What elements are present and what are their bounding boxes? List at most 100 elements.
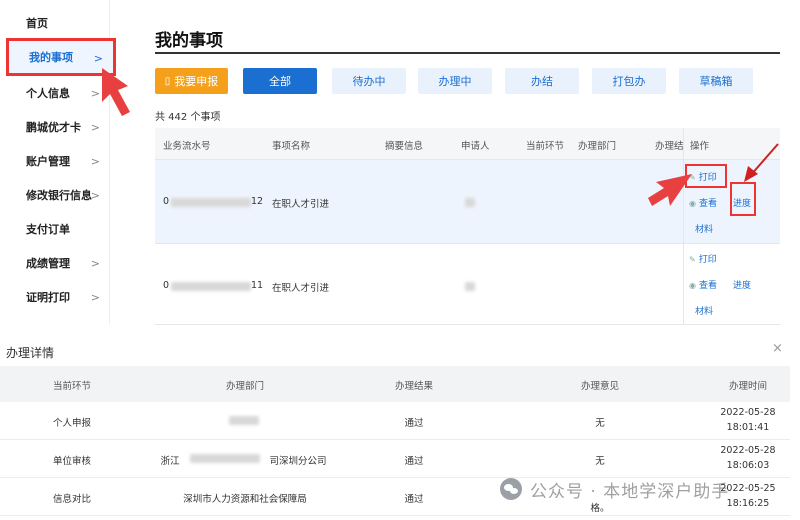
watermark-text: 公众号 · 本地学深户助手 bbox=[530, 481, 730, 502]
title-divider bbox=[155, 52, 780, 54]
sidebar-item-label: 个人信息 bbox=[26, 87, 70, 100]
highlight-box bbox=[730, 182, 756, 216]
sidebar: 首页 我的事项 > 个人信息 > 鹏城优才卡 > 账户管理 > 修改银行信息 >… bbox=[0, 0, 116, 325]
serial-suffix: 11 bbox=[251, 280, 264, 291]
opinion: 无 bbox=[595, 418, 605, 429]
tab-package[interactable]: 打包办 bbox=[592, 68, 666, 94]
tab-pending[interactable]: 待办中 bbox=[332, 68, 406, 94]
tab-processing[interactable]: 办理中 bbox=[418, 68, 492, 94]
red-arrow-icon bbox=[102, 68, 130, 116]
page-title: 我的事项 bbox=[155, 31, 223, 51]
red-arrow-icon bbox=[648, 174, 692, 206]
dept: 司深圳分公司 bbox=[269, 456, 327, 467]
sidebar-item-label: 鹏城优才卡 bbox=[26, 121, 81, 134]
sidebar-item-personal-info[interactable]: 个人信息 > bbox=[0, 76, 110, 110]
view-label: 查看 bbox=[698, 281, 717, 291]
column-header: 操作 bbox=[690, 141, 710, 152]
column-divider bbox=[683, 128, 684, 325]
redacted-applicant bbox=[465, 198, 475, 207]
tab-completed[interactable]: 办结 bbox=[505, 68, 579, 94]
redacted-dept bbox=[190, 454, 260, 463]
material-link[interactable]: 材料 bbox=[695, 222, 713, 235]
column-header: 办理部门 bbox=[225, 381, 265, 392]
sidebar-item-label: 修改银行信息 bbox=[26, 189, 92, 202]
item-name: 在职人才引进 bbox=[272, 283, 330, 294]
time: 18:06:03 bbox=[726, 460, 770, 471]
table-header: 业务流水号 事项名称 摘要信息 申请人 当前环节 办理部门 办理结 操作 bbox=[155, 128, 780, 160]
sidebar-item-label: 账户管理 bbox=[26, 155, 70, 168]
opinion: 格。 bbox=[590, 503, 610, 514]
column-header: 办理结果 bbox=[394, 381, 434, 392]
detail-row: 个人申报 通过 无 2022-05-28 18:01:41 bbox=[0, 402, 790, 440]
result: 通过 bbox=[404, 456, 424, 467]
opinion: 无 bbox=[595, 456, 605, 467]
watermark: 公众号 · 本地学深户助手 bbox=[500, 476, 729, 502]
detail-title: 办理详情 bbox=[6, 346, 55, 360]
time: 18:01:41 bbox=[726, 422, 770, 433]
sidebar-item-home[interactable]: 首页 bbox=[0, 6, 110, 40]
redacted-dept bbox=[229, 416, 259, 425]
sidebar-item-bank-info[interactable]: 修改银行信息 > bbox=[0, 178, 110, 212]
sidebar-item-payment-orders[interactable]: 支付订单 bbox=[0, 212, 110, 246]
sidebar-item-label: 证明打印 bbox=[26, 291, 70, 304]
detail-row: 单位审核 浙江 司深圳分公司 通过 无 2022-05-28 18:06:03 bbox=[0, 440, 790, 478]
matters-table: 业务流水号 事项名称 摘要信息 申请人 当前环节 办理部门 办理结 操作 0 1… bbox=[155, 128, 780, 325]
progress-link[interactable]: 进度 bbox=[733, 278, 751, 291]
column-header: 申请人 bbox=[461, 141, 490, 152]
chevron-right-icon: > bbox=[90, 155, 100, 168]
view-link[interactable]: ◉ 查看 bbox=[689, 278, 717, 291]
red-arrow-icon bbox=[744, 143, 779, 182]
serial-suffix: 12 bbox=[251, 196, 264, 207]
serial-prefix: 0 bbox=[163, 280, 170, 291]
sidebar-item-talent-card[interactable]: 鹏城优才卡 > bbox=[0, 110, 110, 144]
matter-count: 共 442 个事项 bbox=[155, 112, 221, 123]
material-link[interactable]: 材料 bbox=[695, 304, 713, 317]
result: 通过 bbox=[404, 494, 424, 505]
column-header: 业务流水号 bbox=[163, 141, 211, 152]
dept-prefix: 浙江 bbox=[160, 456, 180, 467]
date: 2022-05-28 bbox=[720, 407, 776, 418]
result: 通过 bbox=[404, 418, 424, 429]
print-label: 打印 bbox=[698, 255, 717, 265]
serial-prefix: 0 bbox=[163, 196, 170, 207]
sidebar-item-certificate-print[interactable]: 证明打印 > bbox=[0, 280, 110, 314]
column-header: 办理意见 bbox=[580, 381, 620, 392]
sidebar-item-label: 成绩管理 bbox=[26, 257, 70, 270]
sidebar-item-label: 首页 bbox=[26, 17, 48, 30]
document-icon: ▯ bbox=[164, 75, 171, 87]
sidebar-item-label: 我的事项 bbox=[29, 51, 73, 64]
column-header: 摘要信息 bbox=[385, 141, 424, 152]
stage: 单位审核 bbox=[52, 456, 92, 467]
view-label: 查看 bbox=[698, 199, 717, 209]
stage: 个人申报 bbox=[52, 418, 92, 429]
chevron-right-icon: > bbox=[90, 121, 100, 134]
column-header: 当前环节 bbox=[52, 381, 92, 392]
chevron-right-icon: > bbox=[90, 257, 100, 270]
chevron-right-icon: > bbox=[93, 52, 103, 65]
chevron-right-icon: > bbox=[90, 189, 100, 202]
column-header: 当前环节 bbox=[526, 141, 565, 152]
edit-icon: ✎ bbox=[689, 255, 696, 264]
close-icon[interactable]: × bbox=[772, 341, 783, 356]
dept: 深圳市人力资源和社会保障局 bbox=[183, 494, 307, 505]
apply-button-label: 我要申报 bbox=[174, 75, 219, 88]
column-header: 办理结 bbox=[655, 141, 684, 152]
tab-drafts[interactable]: 草稿箱 bbox=[679, 68, 753, 94]
sidebar-item-label: 支付订单 bbox=[26, 223, 70, 236]
detail-table-header: 当前环节 办理部门 办理结果 办理意见 办理时间 bbox=[0, 366, 790, 402]
time: 18:16:25 bbox=[726, 498, 770, 509]
table-row[interactable]: 0 11 在职人才引进 ✎ 打印 ◉ 查看 进度 材料 bbox=[155, 244, 780, 325]
item-name: 在职人才引进 bbox=[272, 199, 330, 210]
column-header: 事项名称 bbox=[272, 141, 311, 152]
column-header: 办理时间 bbox=[728, 381, 768, 392]
print-link[interactable]: ✎ 打印 bbox=[689, 252, 717, 265]
apply-button[interactable]: ▯ 我要申报 bbox=[155, 68, 228, 94]
sidebar-item-account[interactable]: 账户管理 > bbox=[0, 144, 110, 178]
sidebar-item-scores[interactable]: 成绩管理 > bbox=[0, 246, 110, 280]
tab-all[interactable]: 全部 bbox=[243, 68, 317, 94]
stage: 信息对比 bbox=[52, 494, 92, 505]
column-header: 办理部门 bbox=[578, 141, 617, 152]
wechat-icon bbox=[500, 478, 522, 500]
redacted-serial bbox=[171, 282, 251, 291]
eye-icon: ◉ bbox=[689, 281, 696, 290]
